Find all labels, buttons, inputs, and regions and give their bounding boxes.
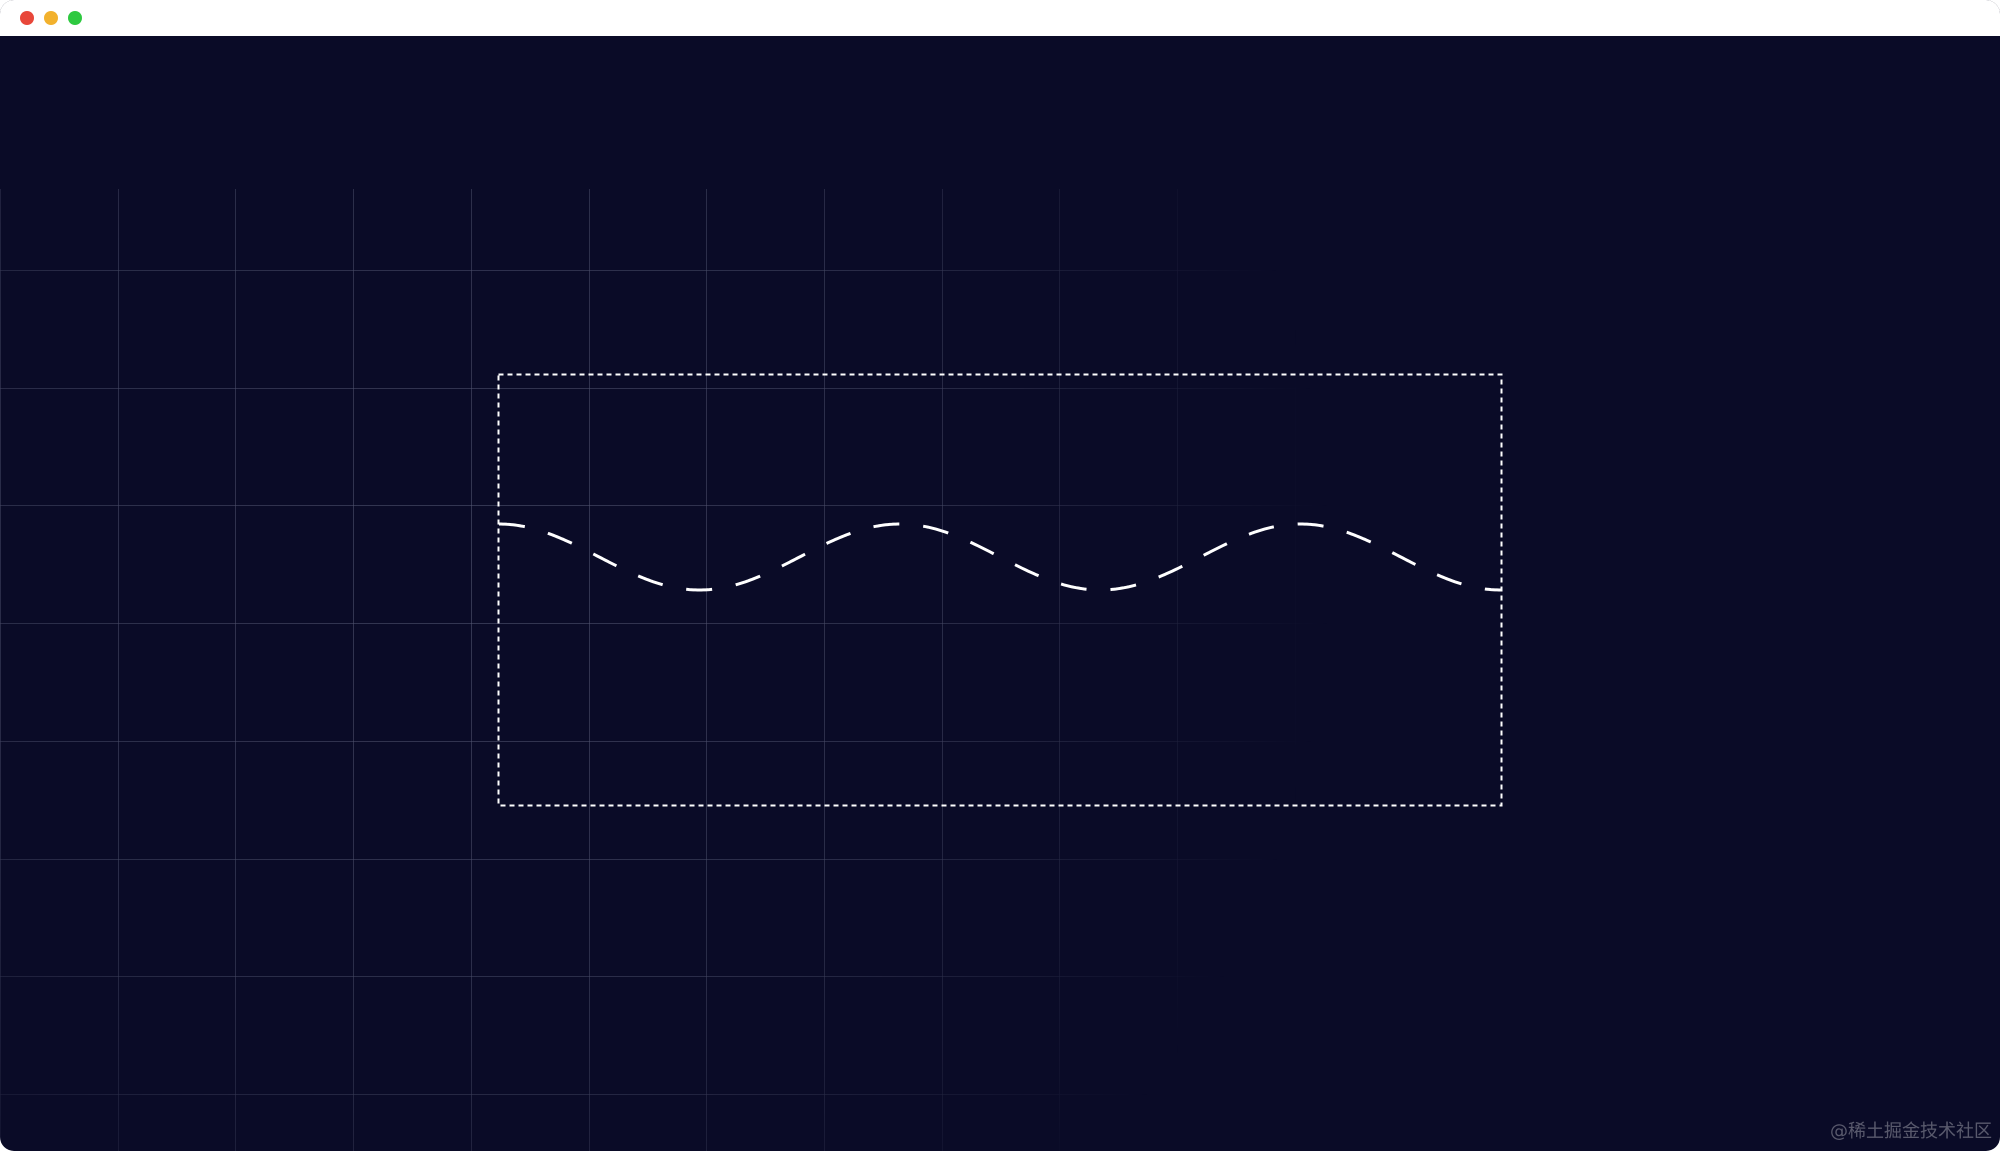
title-bar	[0, 0, 2000, 36]
close-window-button[interactable]	[20, 11, 34, 25]
drawing-canvas	[0, 189, 2000, 1151]
app-window: @稀土掘金技术社区	[0, 0, 2000, 1151]
watermark-text: @稀土掘金技术社区	[1830, 1121, 1992, 1142]
dashed-sine-wave[interactable]	[499, 522, 1501, 592]
minimize-window-button[interactable]	[44, 11, 58, 25]
zoom-window-button[interactable]	[68, 11, 82, 25]
background-grid	[0, 189, 2000, 1151]
dashed-bounding-frame[interactable]	[497, 373, 1503, 807]
canvas-area: @稀土掘金技术社区	[0, 36, 2000, 1151]
